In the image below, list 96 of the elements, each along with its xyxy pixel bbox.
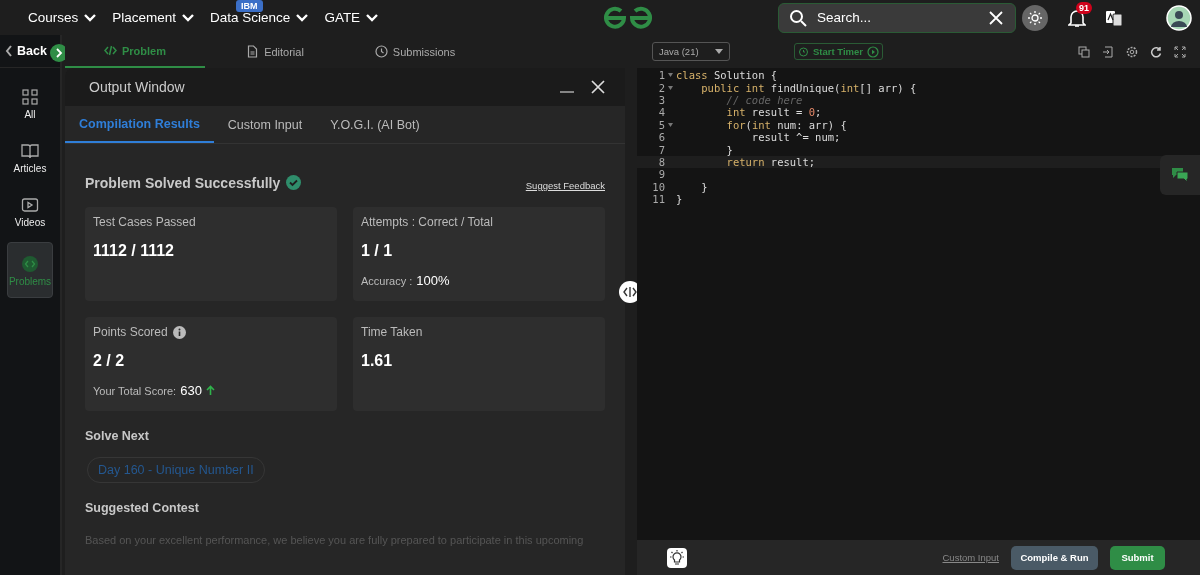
line-number: 7	[657, 143, 665, 156]
window-title: Output Window	[89, 79, 186, 95]
info-icon[interactable]	[172, 325, 186, 339]
line-number: 6	[657, 131, 665, 144]
nav-menu[interactable]: Courses	[28, 10, 97, 25]
chevron-left-icon	[5, 45, 13, 57]
line-number: 5	[657, 118, 665, 131]
language-dropdown[interactable]: Java (21)	[652, 42, 730, 61]
chevron-down-icon	[84, 13, 97, 22]
search-field[interactable]: Search...	[815, 9, 981, 26]
code-line: result ^= num;	[750, 131, 841, 144]
card-sublabel: Accuracy :	[361, 274, 413, 287]
chat-icon	[1171, 167, 1189, 183]
play-icon	[867, 45, 879, 58]
line-number: 4	[657, 106, 665, 119]
check-circle-icon	[286, 175, 302, 190]
import-icon[interactable]	[1102, 45, 1114, 58]
hint-button[interactable]	[667, 547, 687, 568]
section-heading: Suggested Contest	[85, 501, 199, 515]
custom-input-link[interactable]: Custom Input	[942, 552, 999, 563]
code-line: class Solution {	[676, 69, 778, 82]
caret-icon	[715, 49, 723, 54]
code-line: return result;	[725, 155, 816, 168]
problem-tab[interactable]: Submissions	[345, 35, 485, 68]
problem-tab[interactable]: Editorial	[205, 35, 345, 68]
code-line: }	[700, 180, 708, 193]
line-number: 1	[657, 69, 665, 82]
alarm-icon	[798, 46, 809, 57]
card-value: 1112 / 1112	[93, 242, 175, 260]
line-number: 10	[651, 180, 665, 193]
card-label: Time Taken	[361, 325, 423, 339]
avatar-icon[interactable]	[1166, 4, 1192, 31]
code-line: }	[725, 143, 733, 156]
code-icon	[21, 255, 39, 273]
code-line: // code here	[726, 93, 803, 106]
fullscreen-icon[interactable]	[1174, 45, 1186, 58]
book-icon	[21, 142, 39, 160]
settings-icon[interactable]	[1126, 45, 1138, 58]
code-line: int result = 0;	[725, 106, 822, 119]
fold-icon[interactable]	[667, 85, 673, 90]
search-icon	[789, 8, 807, 27]
code-icon	[104, 44, 117, 57]
output-tab[interactable]: Y.O.G.I. (AI Bot)	[316, 106, 434, 143]
compile-run-button[interactable]: Compile & Run	[1011, 545, 1098, 570]
card-label: Attempts : Correct / Total	[361, 215, 493, 229]
card-label: Test Cases Passed	[93, 215, 196, 229]
back-button[interactable]: Back	[5, 44, 47, 58]
clock-icon	[374, 45, 388, 58]
theme-toggle[interactable]	[1022, 4, 1048, 31]
copy-icon[interactable]	[1078, 45, 1090, 58]
nav-menu[interactable]: Placement	[112, 10, 195, 25]
fold-icon[interactable]	[667, 73, 673, 78]
line-number: 9	[657, 168, 665, 181]
sidebar-item[interactable]: Videos	[8, 188, 52, 236]
submit-button[interactable]: Submit	[1110, 545, 1165, 570]
card-subvalue: 630	[180, 383, 202, 398]
line-number: 8	[657, 155, 665, 168]
menu-badge: IBM	[236, 0, 263, 12]
reset-icon[interactable]	[1150, 45, 1162, 58]
fold-icon[interactable]	[667, 122, 673, 127]
card-subvalue: 100%	[416, 273, 450, 288]
status-heading: Problem Solved Successfully	[85, 174, 281, 191]
sidebar-item[interactable]: Articles	[8, 134, 52, 182]
card-value: 1 / 1	[361, 242, 394, 260]
grid-icon	[21, 88, 39, 106]
chat-button[interactable]	[1160, 155, 1200, 195]
close-icon[interactable]	[591, 80, 605, 94]
logo-icon[interactable]	[604, 4, 652, 31]
chevron-down-icon	[296, 13, 309, 22]
card-value: 1.61	[361, 352, 394, 370]
search-bar[interactable]: Search...	[778, 2, 1016, 33]
code-line: }	[676, 193, 683, 206]
translate-icon[interactable]	[1105, 8, 1123, 27]
card-label: Points Scored	[93, 325, 168, 339]
line-number: 11	[651, 193, 665, 206]
line-number: 2	[657, 81, 665, 94]
code-line: public int findUnique(int[] arr) {	[700, 81, 917, 94]
lightbulb-icon	[669, 549, 685, 566]
chevron-down-icon	[182, 13, 195, 22]
timer-button[interactable]: Start Timer	[794, 43, 883, 60]
chevron-down-icon	[366, 13, 379, 22]
nav-menu[interactable]: GATE	[324, 10, 379, 25]
sun-icon	[1028, 10, 1042, 25]
nav-menu[interactable]: Data Science	[210, 10, 309, 25]
notification-badge: 91	[1076, 1, 1092, 14]
output-tab[interactable]: Custom Input	[213, 106, 317, 143]
video-icon	[21, 196, 39, 214]
document-icon	[246, 45, 260, 58]
feedback-link[interactable]: Suggest Feedback	[525, 180, 605, 191]
card-value: 2 / 2	[93, 352, 126, 370]
sidebar-item[interactable]: All	[8, 80, 52, 128]
code-line: for(int num: arr) {	[725, 118, 847, 131]
line-number: 3	[657, 93, 665, 106]
output-tab[interactable]: Compilation Results	[65, 106, 214, 143]
section-heading: Solve Next	[85, 429, 149, 443]
card-sublabel: Your Total Score:	[93, 384, 177, 397]
